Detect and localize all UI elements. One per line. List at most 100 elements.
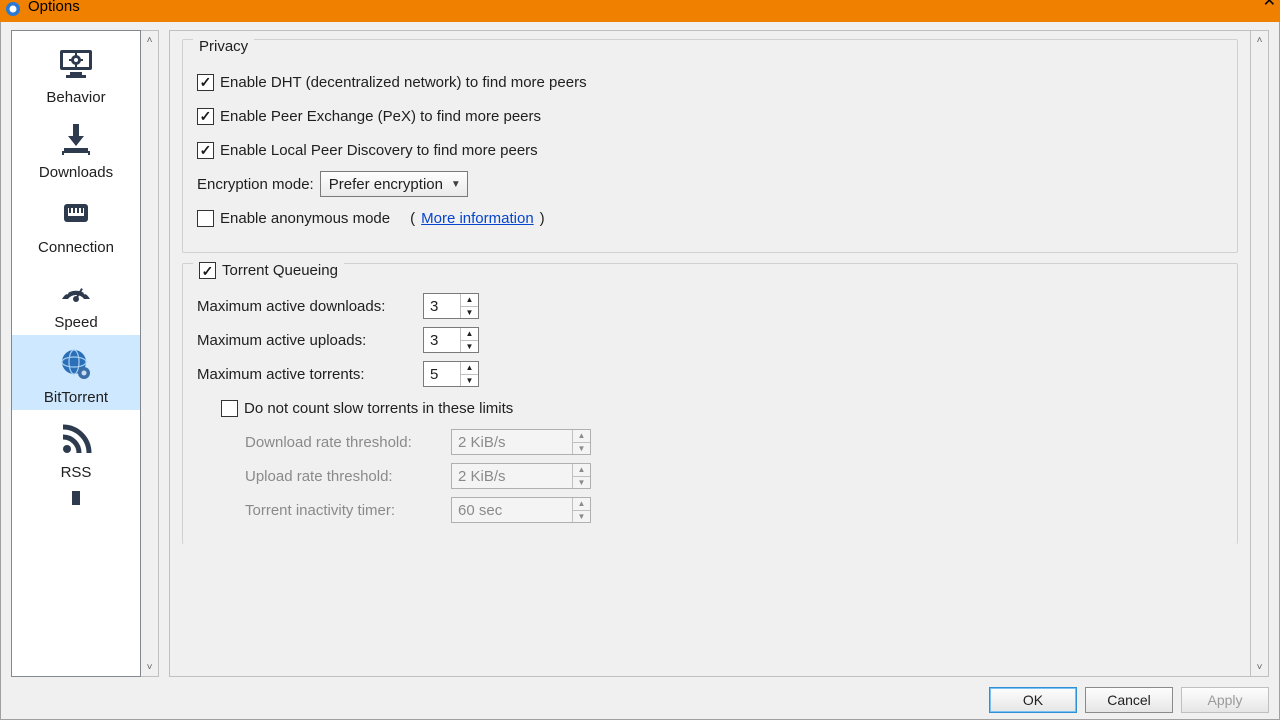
button-bar: OK Cancel Apply <box>11 677 1269 715</box>
privacy-legend: Privacy <box>193 38 254 55</box>
queueing-legend: Torrent Queueing <box>222 262 338 279</box>
privacy-group: Privacy Enable DHT (decentralized networ… <box>182 39 1238 253</box>
spin-up-icon: ▲ <box>573 464 590 476</box>
sidebar-item-behavior[interactable]: Behavior <box>12 35 140 110</box>
max-tr-spinbox[interactable]: 5 ▲▼ <box>423 361 479 387</box>
scroll-up-icon[interactable]: ˄ <box>1251 31 1268 49</box>
dl-rate-spinbox: 2 KiB/s ▲▼ <box>451 429 591 455</box>
download-icon <box>56 116 96 162</box>
max-tr-label: Maximum active torrents: <box>197 366 417 383</box>
spin-up-icon[interactable]: ▲ <box>461 328 478 340</box>
apply-label: Apply <box>1207 692 1242 708</box>
sidebar-item-rss[interactable]: RSS <box>12 410 140 485</box>
anonymous-checkbox[interactable] <box>197 210 214 227</box>
lpd-checkbox[interactable] <box>197 142 214 159</box>
slow-row: Do not count slow torrents in these limi… <box>221 394 1223 422</box>
main-panel: Privacy Enable DHT (decentralized networ… <box>169 30 1251 677</box>
max-ul-spinbox[interactable]: 3 ▲▼ <box>423 327 479 353</box>
dl-rate-value: 2 KiB/s <box>458 434 506 451</box>
scroll-down-icon[interactable]: ˅ <box>141 658 158 676</box>
sidebar-item-bittorrent[interactable]: BitTorrent <box>12 335 140 410</box>
ok-button[interactable]: OK <box>989 687 1077 713</box>
spin-down-icon[interactable]: ▼ <box>461 374 478 387</box>
scroll-down-icon[interactable]: ˅ <box>1251 658 1268 676</box>
paren-open: ( <box>410 210 415 227</box>
spin-down-icon[interactable]: ▼ <box>461 306 478 319</box>
scroll-track[interactable] <box>141 49 158 658</box>
window-title: Options <box>28 0 80 14</box>
sidebar: Behavior Downloads <box>11 30 141 677</box>
paren-close: ) <box>540 210 545 227</box>
client-area: Behavior Downloads <box>0 22 1280 720</box>
spin-down-icon: ▼ <box>573 510 590 523</box>
pex-row: Enable Peer Exchange (PeX) to find more … <box>197 102 1223 130</box>
ul-rate-spinbox: 2 KiB/s ▲▼ <box>451 463 591 489</box>
max-ul-label: Maximum active uploads: <box>197 332 417 349</box>
queueing-group: Torrent Queueing Maximum active download… <box>182 263 1238 544</box>
encryption-value: Prefer encryption <box>329 176 443 193</box>
scroll-up-icon[interactable]: ˄ <box>141 31 158 49</box>
sidebar-item-downloads[interactable]: Downloads <box>12 110 140 185</box>
main-scrollbar[interactable]: ˄ ˅ <box>1251 30 1269 677</box>
spin-down-icon: ▼ <box>573 442 590 455</box>
close-icon[interactable]: ✕ <box>1263 0 1276 9</box>
spin-up-icon[interactable]: ▲ <box>461 362 478 374</box>
spin-down-icon[interactable]: ▼ <box>461 340 478 353</box>
sidebar-container: Behavior Downloads <box>11 30 159 677</box>
ul-rate-label: Upload rate threshold: <box>245 468 445 485</box>
inact-row: Torrent inactivity timer: 60 sec ▲▼ <box>245 496 1223 524</box>
spin-up-icon[interactable]: ▲ <box>461 294 478 306</box>
max-tr-row: Maximum active torrents: 5 ▲▼ <box>197 360 1223 388</box>
sidebar-item-label: Behavior <box>46 89 105 106</box>
ethernet-icon <box>56 191 96 237</box>
spin-up-icon: ▲ <box>573 498 590 510</box>
max-dl-value: 3 <box>430 298 438 315</box>
max-dl-label: Maximum active downloads: <box>197 298 417 315</box>
ul-rate-value: 2 KiB/s <box>458 468 506 485</box>
rss-icon <box>57 416 95 462</box>
encryption-label: Encryption mode: <box>197 176 314 193</box>
lpd-row: Enable Local Peer Discovery to find more… <box>197 136 1223 164</box>
inact-spinbox: 60 sec ▲▼ <box>451 497 591 523</box>
sidebar-item-label: RSS <box>61 464 92 481</box>
dht-checkbox[interactable] <box>197 74 214 91</box>
main-container: Privacy Enable DHT (decentralized networ… <box>169 30 1269 677</box>
sidebar-item-speed[interactable]: Speed <box>12 260 140 335</box>
sidebar-item-webui[interactable] <box>12 485 140 505</box>
more-info-link[interactable]: More information <box>421 210 534 227</box>
pex-label: Enable Peer Exchange (PeX) to find more … <box>220 108 541 125</box>
work-area: Behavior Downloads <box>11 30 1269 677</box>
apply-button: Apply <box>1181 687 1269 713</box>
anonymous-row: Enable anonymous mode ( More information) <box>197 204 1223 232</box>
globe-gear-icon <box>56 341 96 387</box>
queueing-legend-row: Torrent Queueing <box>193 262 344 279</box>
anonymous-label: Enable anonymous mode <box>220 210 390 227</box>
sidebar-item-label: Connection <box>38 239 114 256</box>
dht-row: Enable DHT (decentralized network) to fi… <box>197 68 1223 96</box>
cancel-label: Cancel <box>1107 692 1151 708</box>
dht-label: Enable DHT (decentralized network) to fi… <box>220 74 587 91</box>
spin-down-icon: ▼ <box>573 476 590 489</box>
sidebar-item-label: Speed <box>54 314 97 331</box>
sidebar-scrollbar[interactable]: ˄ ˅ <box>141 30 159 677</box>
max-dl-spinbox[interactable]: 3 ▲▼ <box>423 293 479 319</box>
encryption-dropdown[interactable]: Prefer encryption <box>320 171 468 197</box>
sidebar-item-label: BitTorrent <box>44 389 108 406</box>
monitor-gear-icon <box>54 41 98 87</box>
slow-checkbox[interactable] <box>221 400 238 417</box>
scroll-track[interactable] <box>1251 49 1268 658</box>
lpd-label: Enable Local Peer Discovery to find more… <box>220 142 538 159</box>
options-window: Options ✕ <box>0 0 1280 720</box>
app-icon <box>4 0 22 18</box>
max-tr-value: 5 <box>430 366 438 383</box>
sidebar-item-connection[interactable]: Connection <box>12 185 140 260</box>
pex-checkbox[interactable] <box>197 108 214 125</box>
max-ul-value: 3 <box>430 332 438 349</box>
ul-rate-row: Upload rate threshold: 2 KiB/s ▲▼ <box>245 462 1223 490</box>
gauge-icon <box>56 266 96 312</box>
ok-label: OK <box>1023 692 1043 708</box>
sidebar-item-label: Downloads <box>39 164 113 181</box>
max-ul-row: Maximum active uploads: 3 ▲▼ <box>197 326 1223 354</box>
cancel-button[interactable]: Cancel <box>1085 687 1173 713</box>
queueing-checkbox[interactable] <box>199 262 216 279</box>
